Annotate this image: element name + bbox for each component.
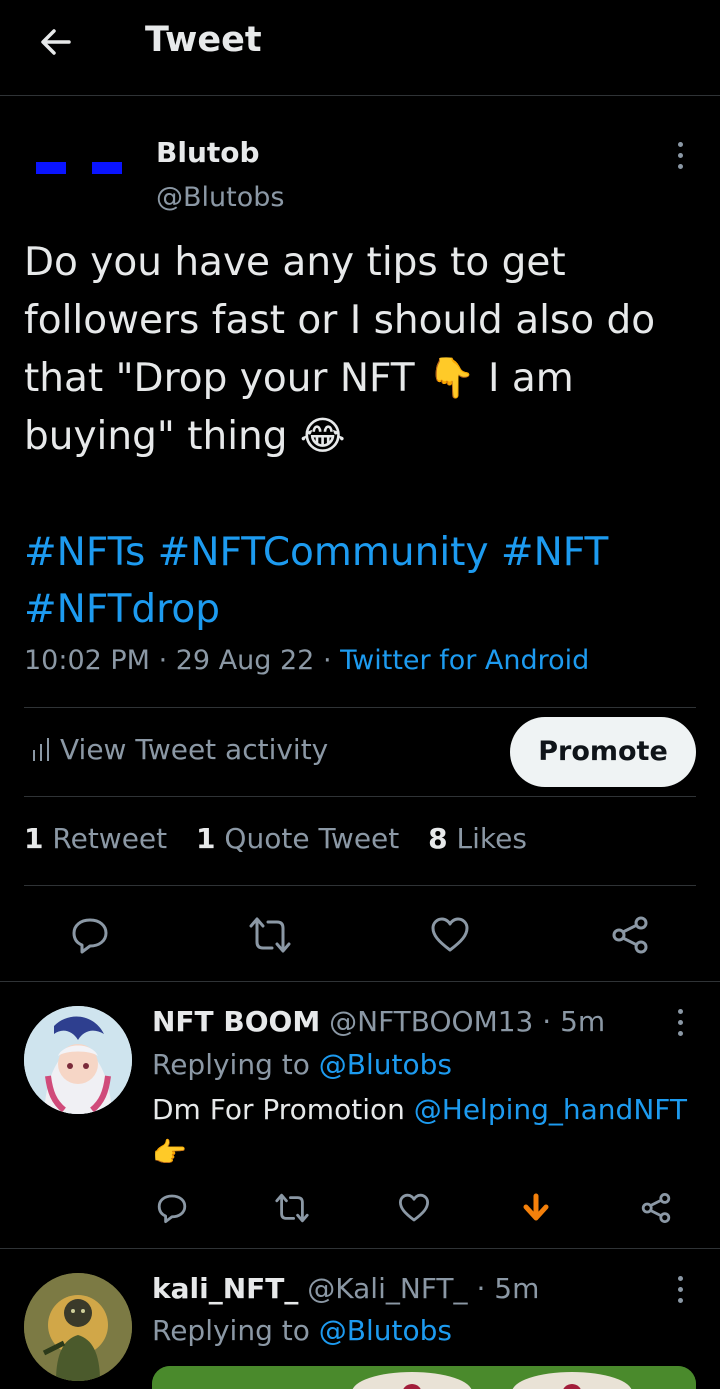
reply-avatar[interactable]	[24, 1273, 132, 1381]
retweet-icon[interactable]	[274, 1192, 310, 1224]
reply-time: 5m	[494, 1272, 540, 1305]
author-handle[interactable]: @Blutobs	[156, 182, 284, 213]
tweet-source[interactable]: Twitter for Android	[340, 645, 589, 676]
divider	[24, 796, 696, 797]
reply-author-handle[interactable]: @NFTBOOM13	[329, 1005, 533, 1038]
tweet-text: Do you have any tips to get followers fa…	[24, 240, 656, 459]
reply-header: NFT BOOM @NFTBOOM13 · 5m	[152, 1005, 606, 1038]
more-options-icon[interactable]	[675, 1272, 685, 1308]
more-options-icon[interactable]	[675, 138, 685, 174]
view-activity-label: View Tweet activity	[60, 733, 329, 766]
replying-to: Replying to @Blutobs	[152, 1048, 452, 1081]
down-arrow-icon[interactable]	[520, 1192, 552, 1224]
author-name[interactable]: Blutob	[156, 136, 260, 169]
page-title: Tweet	[145, 20, 262, 60]
reply-header: kali_NFT_ @Kali_NFT_ · 5m	[152, 1272, 540, 1305]
reply-text: Dm For Promotion @Helping_handNFT	[152, 1093, 687, 1126]
share-icon[interactable]	[610, 915, 650, 955]
more-options-icon[interactable]	[675, 1005, 685, 1041]
retweet-icon[interactable]	[248, 915, 292, 955]
replying-to-handle[interactable]: @Blutobs	[319, 1048, 452, 1081]
like-icon[interactable]	[398, 1192, 430, 1224]
likes-label: Likes	[456, 822, 527, 855]
tweet-action-bar	[0, 905, 720, 965]
media-preview	[152, 1366, 696, 1389]
share-icon[interactable]	[640, 1192, 672, 1224]
reply-text-prefix: Dm For Promotion	[152, 1093, 405, 1126]
retweet-label: Retweet	[52, 822, 168, 855]
replying-to: Replying to @Blutobs	[152, 1314, 452, 1347]
arrow-left-icon	[41, 29, 71, 55]
author-avatar[interactable]	[24, 128, 132, 200]
quotes-stat[interactable]: 1 Quote Tweet	[196, 822, 399, 855]
replying-to-prefix: Replying to	[152, 1314, 310, 1347]
top-app-bar: Tweet	[0, 0, 720, 96]
analytics-icon	[33, 738, 49, 761]
quote-count: 1	[196, 822, 216, 855]
tweet-hashtags[interactable]: #NFTs #NFTCommunity #NFT #NFTdrop	[24, 524, 704, 638]
tweet-date: 29 Aug 22	[175, 645, 315, 676]
avatar-image	[24, 1006, 132, 1114]
quote-label: Quote Tweet	[224, 822, 400, 855]
divider	[0, 981, 720, 982]
reply-icon[interactable]	[156, 1192, 188, 1224]
tweet-meta: 10:02 PM · 29 Aug 22 · Twitter for Andro…	[24, 645, 590, 676]
like-icon[interactable]	[430, 915, 470, 955]
avatar-image	[24, 1273, 132, 1381]
divider	[24, 885, 696, 886]
view-activity-link[interactable]: View Tweet activity	[32, 733, 328, 766]
reply-author-name[interactable]: kali_NFT_	[152, 1272, 298, 1305]
back-button[interactable]	[36, 22, 76, 62]
replying-to-handle[interactable]: @Blutobs	[319, 1314, 452, 1347]
likes-stat[interactable]: 8 Likes	[428, 822, 527, 855]
reply-action-bar	[0, 1188, 720, 1228]
reply-emoji: 👉	[152, 1136, 187, 1169]
divider	[0, 1248, 720, 1249]
replying-to-prefix: Replying to	[152, 1048, 310, 1081]
tweet-time: 10:02 PM	[24, 645, 150, 676]
divider	[24, 707, 696, 708]
reply-media-image[interactable]	[152, 1366, 696, 1389]
tweet-stats: 1 Retweet 1 Quote Tweet 8 Likes	[24, 822, 527, 855]
reply-time: 5m	[560, 1005, 606, 1038]
reply-author-name[interactable]: NFT BOOM	[152, 1005, 320, 1038]
retweets-stat[interactable]: 1 Retweet	[24, 822, 167, 855]
likes-count: 8	[428, 822, 448, 855]
retweet-count: 1	[24, 822, 44, 855]
reply-avatar[interactable]	[24, 1006, 132, 1114]
reply-mention[interactable]: @Helping_handNFT	[414, 1093, 687, 1126]
reply-author-handle[interactable]: @Kali_NFT_	[307, 1272, 467, 1305]
promote-button[interactable]: Promote	[510, 717, 696, 787]
reply-icon[interactable]	[70, 915, 110, 955]
